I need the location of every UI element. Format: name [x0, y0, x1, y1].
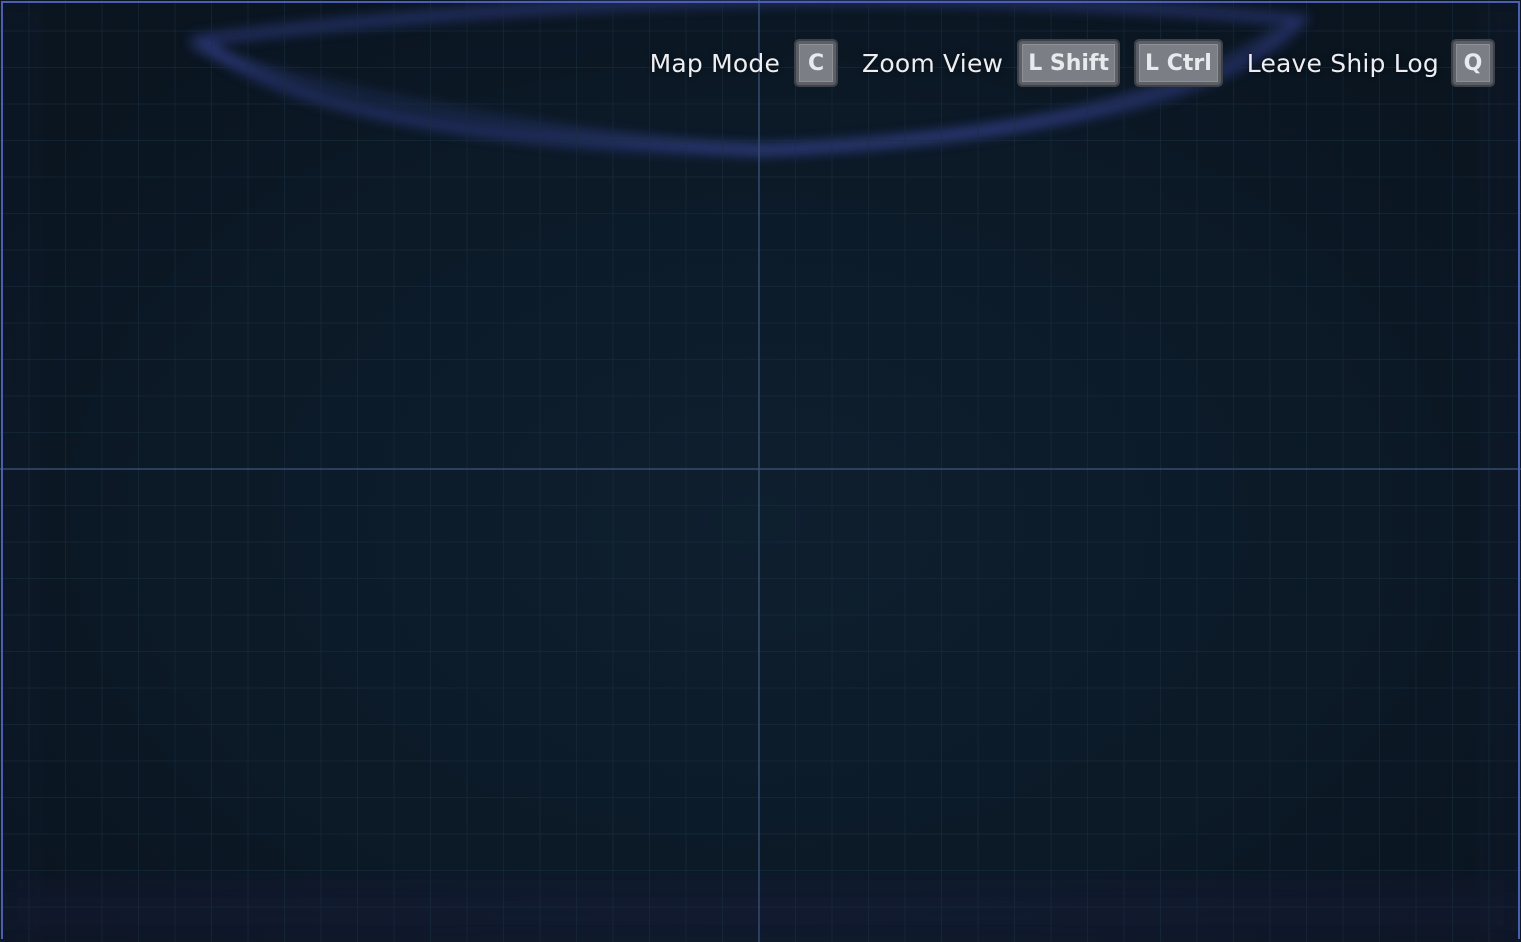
map-mode-key[interactable]: C — [794, 39, 839, 87]
zoom-view-label: Zoom View — [862, 48, 1004, 78]
zoom-out-key[interactable]: L Ctrl — [1134, 39, 1223, 87]
map-mode-label: Map Mode — [649, 48, 781, 78]
map-mode-prompt[interactable]: Map Mode C — [649, 39, 839, 87]
map-grid — [0, 0, 1521, 942]
zoom-view-prompt[interactable]: Zoom View L Shift L Ctrl — [862, 39, 1223, 87]
leave-ship-log-key[interactable]: Q — [1451, 39, 1495, 87]
ship-log-map-screen: Map Mode C Zoom View L Shift L Ctrl Leav… — [0, 0, 1521, 942]
zoom-in-key[interactable]: L Shift — [1017, 39, 1121, 87]
control-prompts: Map Mode C Zoom View L Shift L Ctrl Leav… — [649, 36, 1495, 90]
leave-ship-log-label: Leave Ship Log — [1246, 48, 1439, 78]
leave-ship-log-prompt[interactable]: Leave Ship Log Q — [1246, 39, 1495, 87]
